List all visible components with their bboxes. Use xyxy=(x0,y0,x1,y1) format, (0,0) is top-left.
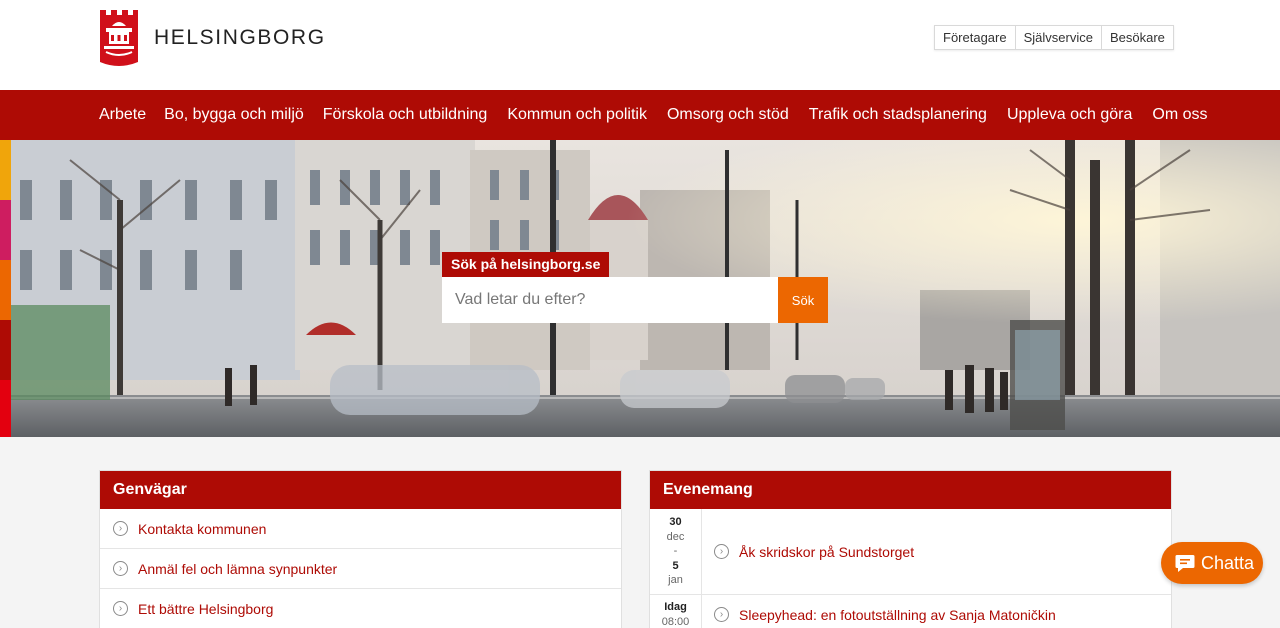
event-row[interactable]: Idag 08:00 › Sleepyhead: en fotoutställn… xyxy=(650,595,1171,628)
events-title: Evenemang xyxy=(650,471,1171,509)
chat-bubble-icon xyxy=(1175,555,1195,572)
event-date: Idag 08:00 xyxy=(650,595,702,628)
arrow-circle-right-icon: › xyxy=(714,607,729,622)
event-body[interactable]: › Sleepyhead: en fotoutställning av Sanj… xyxy=(702,595,1056,628)
site-logo[interactable]: HELSINGBORG xyxy=(98,8,326,70)
event-title: Sleepyhead: en fotoutställning av Sanja … xyxy=(739,606,1056,623)
shortcut-label: Anmäl fel och lämna synpunkter xyxy=(138,560,338,577)
shortcut-item[interactable]: › Ett bättre Helsingborg xyxy=(100,589,621,628)
arrow-circle-right-icon: › xyxy=(113,521,128,536)
nav-item-om-oss[interactable]: Om oss xyxy=(1142,90,1217,140)
arrow-circle-right-icon: › xyxy=(113,561,128,576)
event-date-day: 30 xyxy=(669,516,682,529)
events-card: Evenemang 30 dec - 5 jan › Åk skridskor … xyxy=(649,470,1172,628)
nav-item-bo-bygga-miljo[interactable]: Bo, bygga och miljö xyxy=(155,90,313,140)
arrow-circle-right-icon: › xyxy=(113,601,128,616)
event-date-month: dec xyxy=(666,530,685,543)
nav-item-uppleva-gora[interactable]: Uppleva och göra xyxy=(997,90,1142,140)
event-date: 30 dec - 5 jan xyxy=(650,509,702,594)
search-button[interactable]: Sök xyxy=(778,277,828,323)
event-date-end-month: jan xyxy=(668,574,683,587)
nav-item-kommun-politik[interactable]: Kommun och politik xyxy=(497,90,657,140)
event-title: Åk skridskor på Sundstorget xyxy=(739,543,915,560)
main-nav: Arbete Bo, bygga och miljö Förskola och … xyxy=(0,90,1280,140)
event-date-separator: - xyxy=(673,545,678,558)
event-row[interactable]: 30 dec - 5 jan › Åk skridskor på Sundsto… xyxy=(650,509,1171,595)
search-input[interactable] xyxy=(442,277,778,323)
nav-item-trafik-stadsplanering[interactable]: Trafik och stadsplanering xyxy=(799,90,997,140)
event-date-time: 08:00 xyxy=(661,615,690,628)
nav-item-forskola-utbildning[interactable]: Förskola och utbildning xyxy=(313,90,498,140)
event-body[interactable]: › Åk skridskor på Sundstorget xyxy=(702,509,914,594)
site-header: HELSINGBORG Företagare Självservice Besö… xyxy=(0,0,1280,90)
top-link-besokare[interactable]: Besökare xyxy=(1102,26,1173,49)
helsingborg-crest-icon xyxy=(100,10,138,66)
shortcuts-card: Genvägar › Kontakta kommunen › Anmäl fel… xyxy=(99,470,622,628)
nav-item-arbete[interactable]: Arbete xyxy=(90,90,155,140)
shortcut-label: Ett bättre Helsingborg xyxy=(138,600,274,617)
top-link-foretagare[interactable]: Företagare xyxy=(935,26,1016,49)
chat-button[interactable]: Chatta xyxy=(1161,542,1263,584)
accent-color-bar xyxy=(0,140,11,437)
shortcut-label: Kontakta kommunen xyxy=(138,520,267,537)
shortcut-item[interactable]: › Anmäl fel och lämna synpunkter xyxy=(100,549,621,589)
audience-links: Företagare Självservice Besökare xyxy=(934,25,1174,50)
shortcuts-title: Genvägar xyxy=(100,471,621,509)
event-date-day: Idag xyxy=(664,601,687,613)
nav-item-omsorg-stod[interactable]: Omsorg och stöd xyxy=(657,90,799,140)
event-date-end-day: 5 xyxy=(672,559,679,572)
search-label: Sök på helsingborg.se xyxy=(442,252,610,277)
chat-label: Chatta xyxy=(1201,552,1255,573)
shortcut-item[interactable]: › Kontakta kommunen xyxy=(100,509,621,549)
top-link-sjalvservice[interactable]: Självservice xyxy=(1016,26,1102,49)
logo-text: HELSINGBORG xyxy=(154,26,326,49)
arrow-circle-right-icon: › xyxy=(714,544,729,559)
